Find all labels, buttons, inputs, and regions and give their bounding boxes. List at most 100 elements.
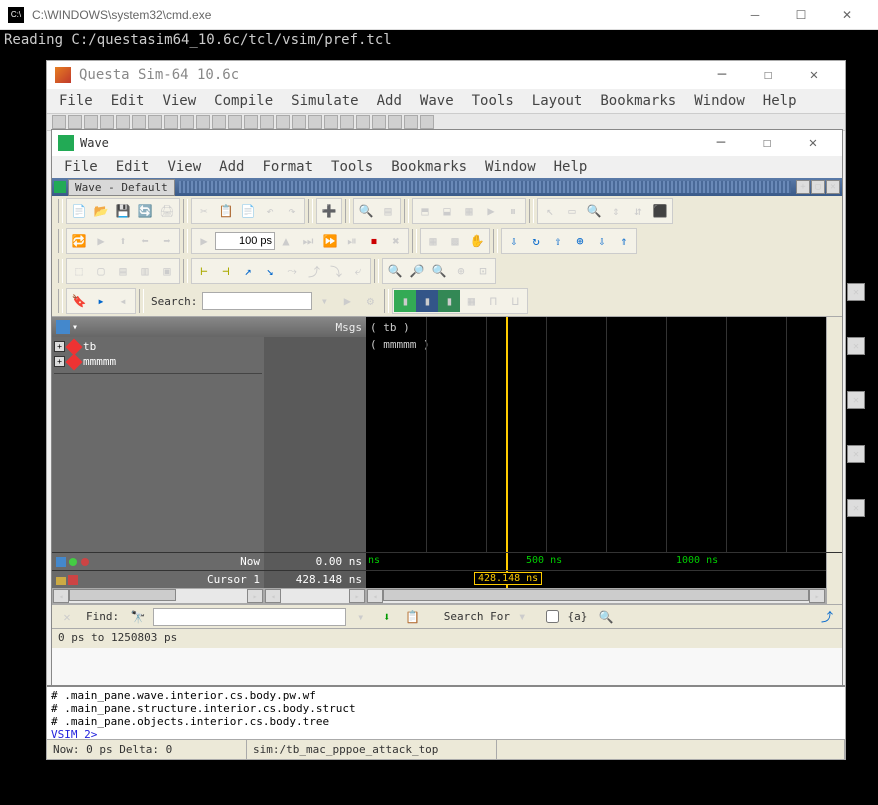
waveform-panel[interactable]: ( tb ) ( mmmmm ): [366, 317, 826, 552]
circle-icon[interactable]: [68, 557, 78, 567]
menu-layout[interactable]: Layout: [524, 91, 591, 111]
toolbar-icon[interactable]: [212, 115, 226, 129]
toolbar-icon[interactable]: [132, 115, 146, 129]
toolbar-icon[interactable]: [100, 115, 114, 129]
step-fwd-icon[interactable]: ➡: [156, 230, 178, 252]
time-ruler[interactable]: ns 500 ns 1000 ns: [366, 553, 826, 570]
expand-icon[interactable]: ⇕: [605, 200, 627, 222]
fmt-dec-icon[interactable]: ▮: [438, 290, 460, 312]
find-down-icon[interactable]: ⬇: [376, 606, 398, 628]
edge-rise-icon[interactable]: ↗: [237, 260, 259, 282]
wave-minimize-button[interactable]: ─: [698, 128, 744, 158]
simulate-icon[interactable]: ▶: [480, 200, 502, 222]
edge-fall-icon[interactable]: ↘: [259, 260, 281, 282]
wave-tab-close-button[interactable]: ✕: [826, 180, 840, 194]
zoom-out-icon[interactable]: 🔎: [406, 260, 428, 282]
wave-menu-add[interactable]: Add: [211, 157, 252, 177]
win-config-icon[interactable]: ⬚: [68, 260, 90, 282]
toolbar-icon[interactable]: [84, 115, 98, 129]
maximize-button[interactable]: ☐: [778, 0, 824, 30]
find-close-icon[interactable]: ✕: [56, 606, 78, 628]
hand-icon[interactable]: ✋: [466, 230, 488, 252]
tree-row[interactable]: + mmmmm: [54, 354, 262, 369]
scroll-right-icon[interactable]: ▸: [349, 589, 365, 603]
signal-name[interactable]: mmmmm: [83, 355, 116, 368]
msgs-hscroll[interactable]: ◂ ▸: [264, 588, 366, 604]
wave-menu-bookmarks[interactable]: Bookmarks: [383, 157, 475, 177]
chevron-down-icon[interactable]: ▾: [518, 609, 526, 625]
toolbar-icon[interactable]: [196, 115, 210, 129]
add-wave-icon[interactable]: ➕: [318, 200, 340, 222]
run-length-icon[interactable]: ▶: [193, 230, 215, 252]
toolbar-icon[interactable]: [372, 115, 386, 129]
fmt-analog-icon[interactable]: ▦: [460, 290, 482, 312]
toolbar-icon[interactable]: [404, 115, 418, 129]
scroll-left-icon[interactable]: ◂: [53, 589, 69, 603]
time-up-icon[interactable]: ▲: [275, 230, 297, 252]
find-input[interactable]: [153, 608, 346, 626]
collapse-icon[interactable]: ⇵: [627, 200, 649, 222]
find-dropdown-icon[interactable]: ▾: [350, 606, 372, 628]
trans4-icon[interactable]: ⤶: [347, 260, 369, 282]
menu-add[interactable]: Add: [369, 91, 410, 111]
binoculars-icon[interactable]: 🔭: [127, 606, 149, 628]
minimize-button[interactable]: ─: [732, 0, 778, 30]
toolbar-icon[interactable]: [116, 115, 130, 129]
wave-close-button[interactable]: ✕: [790, 128, 836, 158]
menu-simulate[interactable]: Simulate: [283, 91, 366, 111]
signal-name[interactable]: tb: [83, 340, 96, 353]
cut-icon[interactable]: ✂: [193, 200, 215, 222]
menu-compile[interactable]: Compile: [206, 91, 281, 111]
find-options-icon[interactable]: ⤴: [816, 606, 838, 628]
cursor-ruler[interactable]: 428.148 ns: [366, 571, 826, 588]
trans3-icon[interactable]: ⤵: [325, 260, 347, 282]
step-back-icon[interactable]: ⬅: [134, 230, 156, 252]
side-close-icon[interactable]: ✕: [847, 391, 865, 409]
search-go-icon[interactable]: ▶: [336, 290, 358, 312]
menu-tools[interactable]: Tools: [464, 91, 522, 111]
wave-menu-help[interactable]: Help: [546, 157, 596, 177]
win-tile-icon[interactable]: ▤: [112, 260, 134, 282]
scroll-right-icon[interactable]: ▸: [809, 589, 825, 603]
run-all-icon[interactable]: ⏭: [297, 230, 319, 252]
trans2-icon[interactable]: ⤴: [303, 260, 325, 282]
zoom-icon[interactable]: 🔍: [583, 200, 605, 222]
wave-menu-window[interactable]: Window: [477, 157, 544, 177]
wave-menu-edit[interactable]: Edit: [108, 157, 158, 177]
filter-icon[interactable]: ▤: [377, 200, 399, 222]
dataflow-icon[interactable]: ▩: [444, 230, 466, 252]
cursor-link-icon[interactable]: ⇩: [503, 230, 525, 252]
disk-icon[interactable]: [56, 557, 66, 567]
toolbar-icon[interactable]: [420, 115, 434, 129]
toolbar-icon[interactable]: [276, 115, 290, 129]
search-dropdown-icon[interactable]: ▾: [313, 290, 335, 312]
scroll-left-icon[interactable]: ◂: [265, 589, 281, 603]
questa-minimize-button[interactable]: ─: [699, 60, 745, 90]
win-cascade-icon[interactable]: ▥: [134, 260, 156, 282]
toolbar-icon[interactable]: [244, 115, 258, 129]
menu-view[interactable]: View: [154, 91, 204, 111]
copy-icon[interactable]: 📋: [215, 200, 237, 222]
paste-icon[interactable]: 📄: [237, 200, 259, 222]
cursor-center-icon[interactable]: ⊕: [569, 230, 591, 252]
toolbar-icon[interactable]: [292, 115, 306, 129]
close-button[interactable]: ✕: [824, 0, 870, 30]
zoom-in-icon[interactable]: 🔍: [384, 260, 406, 282]
bookmark-icon[interactable]: 🔖: [68, 290, 90, 312]
stop-sim-icon[interactable]: ✖: [385, 230, 407, 252]
mem-icon[interactable]: ▦: [422, 230, 444, 252]
menu-help[interactable]: Help: [755, 91, 805, 111]
run-step-icon[interactable]: ⏯: [341, 230, 363, 252]
wave-tab-label[interactable]: Wave - Default: [68, 179, 175, 196]
edge-next-icon[interactable]: ⊣: [215, 260, 237, 282]
cursor-snap-icon[interactable]: ↻: [525, 230, 547, 252]
toolbar-icon[interactable]: [308, 115, 322, 129]
wave-menu-file[interactable]: File: [56, 157, 106, 177]
search-opts-icon[interactable]: ⚙: [359, 290, 381, 312]
fmt-binary-icon[interactable]: ▮: [394, 290, 416, 312]
wave-menu-tools[interactable]: Tools: [323, 157, 381, 177]
cursor-line[interactable]: [506, 317, 508, 552]
toolbar-icon[interactable]: [68, 115, 82, 129]
search-input[interactable]: [202, 292, 312, 310]
fmt-event-icon[interactable]: ⊔: [504, 290, 526, 312]
